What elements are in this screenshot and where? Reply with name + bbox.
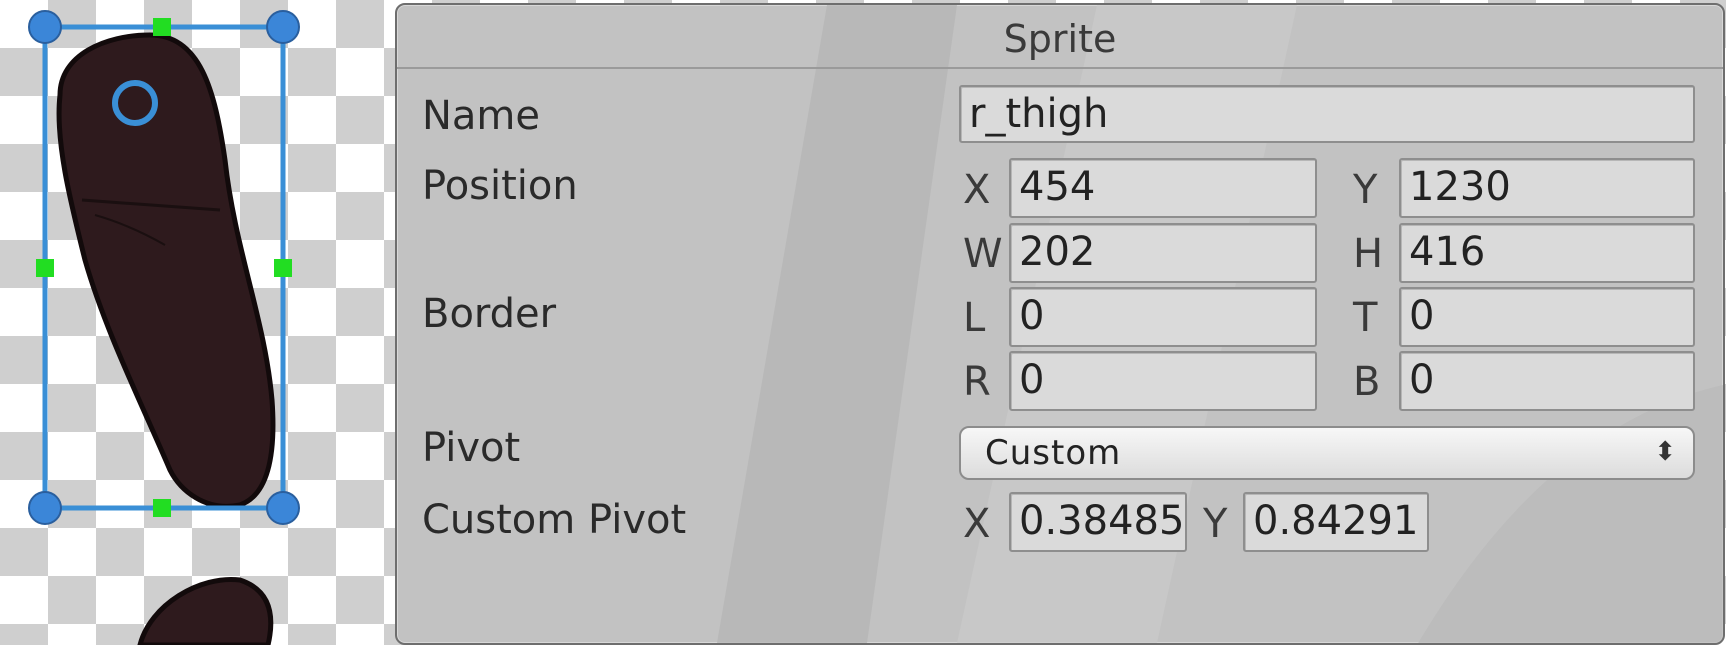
resize-handle-top-left[interactable] xyxy=(28,10,62,44)
position-y-field[interactable]: 1230 xyxy=(1399,158,1695,218)
border-t-label: T xyxy=(1353,295,1378,341)
border-r-field[interactable]: 0 xyxy=(1009,351,1317,411)
name-label: Name xyxy=(422,93,541,139)
position-x-label: X xyxy=(963,167,991,213)
sprite-panel: Sprite Name r_thigh Position X 454 Y 123… xyxy=(395,3,1725,645)
resize-handle-right[interactable] xyxy=(274,259,292,277)
up-down-arrows-icon: ⬍ xyxy=(1654,437,1677,467)
pivot-dropdown-value: Custom xyxy=(985,433,1122,473)
custom-pivot-x-label: X xyxy=(963,501,991,547)
name-field[interactable]: r_thigh xyxy=(959,85,1695,143)
size-h-label: H xyxy=(1353,231,1384,277)
sprite-lower-shape xyxy=(137,576,274,645)
size-h-field[interactable]: 416 xyxy=(1399,223,1695,283)
position-x-field[interactable]: 454 xyxy=(1009,158,1317,218)
border-b-label: B xyxy=(1353,359,1381,405)
title-divider xyxy=(397,67,1723,69)
custom-pivot-y-label: Y xyxy=(1203,501,1228,547)
resize-handle-top-right[interactable] xyxy=(266,10,300,44)
sprite-canvas[interactable] xyxy=(0,0,395,645)
size-w-label: W xyxy=(963,231,1003,277)
border-label: Border xyxy=(422,291,557,337)
border-r-label: R xyxy=(963,359,991,405)
border-t-field[interactable]: 0 xyxy=(1399,287,1695,347)
pivot-label: Pivot xyxy=(422,425,521,471)
resize-handle-bottom-right[interactable] xyxy=(266,491,300,525)
border-l-label: L xyxy=(963,295,986,341)
size-w-field[interactable]: 202 xyxy=(1009,223,1317,283)
position-label: Position xyxy=(422,163,578,209)
border-b-field[interactable]: 0 xyxy=(1399,351,1695,411)
custom-pivot-label: Custom Pivot xyxy=(422,497,687,543)
pivot-dropdown[interactable]: Custom ⬍ xyxy=(959,426,1695,480)
position-y-label: Y xyxy=(1353,167,1378,213)
custom-pivot-y-field[interactable]: 0.84291 xyxy=(1243,492,1429,552)
resize-handle-bottom[interactable] xyxy=(153,499,171,517)
resize-handle-bottom-left[interactable] xyxy=(28,491,62,525)
panel-title: Sprite xyxy=(1003,17,1117,61)
custom-pivot-x-field[interactable]: 0.38485 xyxy=(1009,492,1187,552)
sprite-thigh-shape[interactable] xyxy=(56,32,276,509)
border-l-field[interactable]: 0 xyxy=(1009,287,1317,347)
resize-handle-top[interactable] xyxy=(153,18,171,36)
resize-handle-left[interactable] xyxy=(36,259,54,277)
